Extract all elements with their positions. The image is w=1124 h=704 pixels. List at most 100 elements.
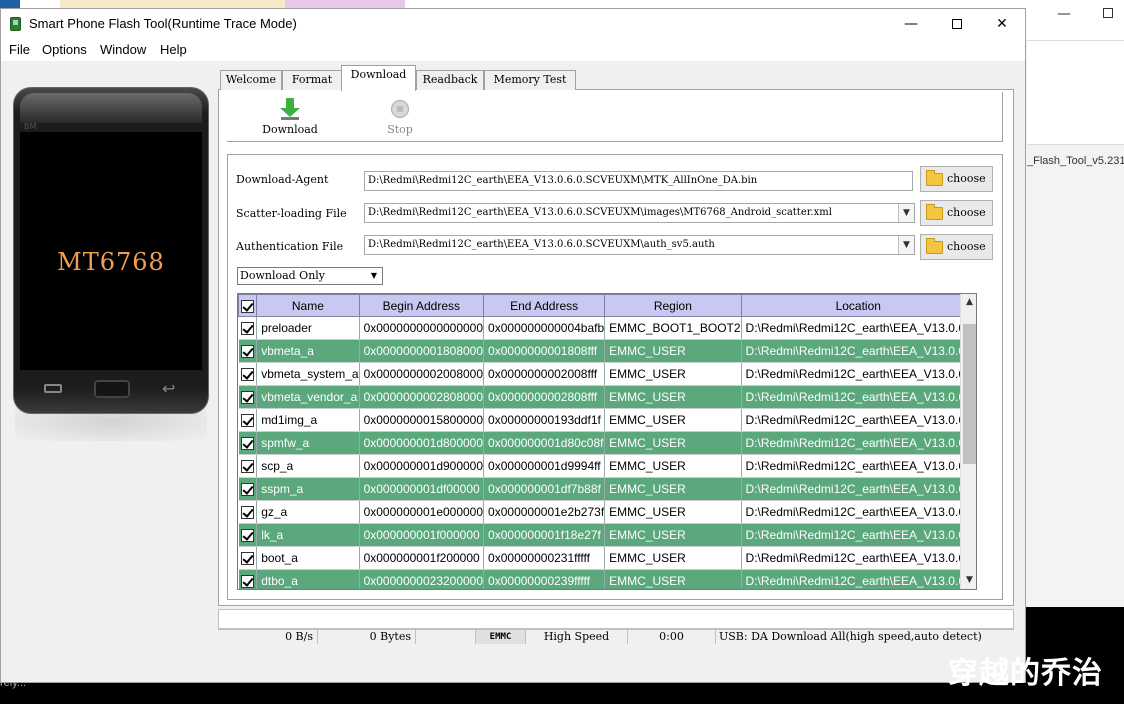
cell-begin-address: 0x0000000000000000 xyxy=(359,316,485,340)
minimize-button[interactable]: — xyxy=(888,9,934,39)
table-row[interactable]: lk_a 0x000000001f000000 0x000000001f18e27f… xyxy=(238,523,976,547)
row-checkbox[interactable] xyxy=(240,391,254,405)
table-row[interactable]: scp_a 0x000000001d900000 0x000000001d9994f… xyxy=(238,454,976,478)
row-checkbox-cell[interactable] xyxy=(238,500,258,524)
home-key-icon xyxy=(94,380,130,398)
cell-name: vbmeta_system_a xyxy=(256,362,360,386)
cell-begin-address: 0x0000000023200000 xyxy=(359,569,485,589)
menu-window[interactable]: Window xyxy=(100,42,146,57)
row-checkbox-cell[interactable] xyxy=(238,339,258,363)
select-all-checkbox[interactable] xyxy=(241,299,255,313)
table-scrollbar[interactable]: ▲ ▼ xyxy=(960,294,976,589)
choose-label: choose xyxy=(947,206,986,219)
row-checkbox[interactable] xyxy=(240,483,254,497)
row-checkbox-cell[interactable] xyxy=(238,362,258,386)
cell-location: D:\Redmi\Redmi12C_earth\EEA_V13.0.6... xyxy=(741,546,976,570)
row-checkbox-cell[interactable] xyxy=(238,569,258,589)
auth-file-field[interactable]: D:\Redmi\Redmi12C_earth\EEA_V13.0.6.0.SC… xyxy=(364,235,915,255)
row-checkbox[interactable] xyxy=(240,437,254,451)
scrollbar-thumb[interactable] xyxy=(963,324,976,464)
tab-download[interactable]: Download xyxy=(341,65,416,91)
download-button[interactable]: Download xyxy=(255,98,325,136)
table-row[interactable]: gz_a 0x000000001e000000 0x000000001e2b273f… xyxy=(238,500,976,524)
column-header-begin[interactable]: Begin Address xyxy=(358,294,485,317)
row-checkbox[interactable] xyxy=(240,552,254,566)
folder-icon xyxy=(926,170,943,186)
row-checkbox[interactable] xyxy=(240,322,254,336)
close-icon: ✕ xyxy=(996,16,1008,32)
row-checkbox-cell[interactable] xyxy=(238,454,258,478)
scatter-file-field[interactable]: D:\Redmi\Redmi12C_earth\EEA_V13.0.6.0.SC… xyxy=(364,203,915,223)
menu-file[interactable]: File xyxy=(9,42,30,57)
stop-button[interactable]: Stop xyxy=(365,98,435,136)
title-bar[interactable]: Smart Phone Flash Tool(Runtime Trace Mod… xyxy=(1,9,1025,39)
table-row[interactable]: boot_a 0x000000001f200000 0x00000000231fff… xyxy=(238,546,976,570)
scatter-choose-button[interactable]: choose xyxy=(920,200,993,226)
row-checkbox-cell[interactable] xyxy=(238,546,258,570)
tab-readback[interactable]: Readback xyxy=(416,70,484,90)
table-row[interactable]: vbmeta_a 0x0000000001808000 0x000000000180… xyxy=(238,339,976,363)
maximize-button[interactable] xyxy=(934,9,980,39)
table-row[interactable]: vbmeta_system_a 0x0000000002008000 0x00000… xyxy=(238,362,976,386)
row-checkbox-cell[interactable] xyxy=(238,523,258,547)
tab-welcome[interactable]: Welcome xyxy=(220,70,282,90)
chevron-down-icon[interactable]: ▼ xyxy=(898,204,914,222)
background-minimize-icon[interactable]: — xyxy=(1057,6,1071,22)
cell-end-address: 0x000000001e2b273f xyxy=(483,500,606,524)
cell-location: D:\Redmi\Redmi12C_earth\EEA_V13.0.6... xyxy=(741,316,976,340)
row-checkbox[interactable] xyxy=(240,414,254,428)
download-arrow-icon xyxy=(280,98,300,120)
cell-location: D:\Redmi\Redmi12C_earth\EEA_V13.0.6... xyxy=(741,408,976,432)
row-checkbox[interactable] xyxy=(240,529,254,543)
app-icon xyxy=(10,17,21,31)
row-checkbox[interactable] xyxy=(240,345,254,359)
column-header-location[interactable]: Location xyxy=(740,294,976,317)
menu-help[interactable]: Help xyxy=(160,42,187,57)
row-checkbox-cell[interactable] xyxy=(238,477,258,501)
row-checkbox-cell[interactable] xyxy=(238,408,258,432)
auth-choose-button[interactable]: choose xyxy=(920,234,993,260)
cell-end-address: 0x000000001d9994ff xyxy=(483,454,606,478)
status-speed: 0 B/s xyxy=(218,630,318,644)
background-window-fragment-2 xyxy=(285,0,405,8)
background-maximize-icon[interactable] xyxy=(1103,8,1113,18)
download-mode-select[interactable]: Download Only ▼ xyxy=(237,267,383,285)
background-window-titlebar xyxy=(1025,0,1124,40)
row-checkbox[interactable] xyxy=(240,460,254,474)
row-checkbox-cell[interactable] xyxy=(238,431,258,455)
row-checkbox[interactable] xyxy=(240,368,254,382)
cell-end-address: 0x00000000239fffff xyxy=(483,569,606,589)
table-row[interactable]: md1img_a 0x0000000015800000 0x00000000193d… xyxy=(238,408,976,432)
cell-begin-address: 0x0000000015800000 xyxy=(359,408,485,432)
row-checkbox-cell[interactable] xyxy=(238,316,258,340)
window-title: Smart Phone Flash Tool(Runtime Trace Mod… xyxy=(29,16,297,31)
tab-format[interactable]: Format xyxy=(282,70,342,90)
row-checkbox[interactable] xyxy=(240,506,254,520)
table-row[interactable]: vbmeta_vendor_a 0x0000000002808000 0x00000… xyxy=(238,385,976,409)
download-agent-choose-button[interactable]: choose xyxy=(920,166,993,192)
menu-options[interactable]: Options xyxy=(42,42,87,57)
cell-begin-address: 0x000000001d800000 xyxy=(359,431,485,455)
download-agent-field[interactable]: D:\Redmi\Redmi12C_earth\EEA_V13.0.6.0.SC… xyxy=(364,171,913,191)
row-checkbox[interactable] xyxy=(240,575,254,589)
column-header-end[interactable]: End Address xyxy=(483,294,606,317)
cell-location: D:\Redmi\Redmi12C_earth\EEA_V13.0.6... xyxy=(741,385,976,409)
tab-memory-test[interactable]: Memory Test xyxy=(484,70,576,90)
column-header-region[interactable]: Region xyxy=(604,294,742,317)
menu-bar: File Options Window Help xyxy=(1,39,1025,61)
scroll-down-icon[interactable]: ▼ xyxy=(961,572,976,589)
chevron-down-icon[interactable]: ▼ xyxy=(898,236,914,254)
scroll-up-icon[interactable]: ▲ xyxy=(961,294,976,311)
row-checkbox-cell[interactable] xyxy=(238,385,258,409)
cell-name: sspm_a xyxy=(256,477,360,501)
phone-keys: ↩ xyxy=(20,375,202,405)
cell-end-address: 0x000000001df7b88f xyxy=(483,477,606,501)
select-all-header[interactable] xyxy=(238,294,258,317)
table-row[interactable]: sspm_a 0x000000001df00000 0x000000001df7b8… xyxy=(238,477,976,501)
table-row[interactable]: preloader 0x0000000000000000 0x00000000000… xyxy=(238,316,976,340)
close-button[interactable]: ✕ xyxy=(979,9,1025,39)
minimize-icon: — xyxy=(904,16,918,32)
table-row[interactable]: spmfw_a 0x000000001d800000 0x000000001d80c… xyxy=(238,431,976,455)
table-row[interactable]: dtbo_a 0x0000000023200000 0x00000000239fff… xyxy=(238,569,976,589)
column-header-name[interactable]: Name xyxy=(256,294,360,317)
